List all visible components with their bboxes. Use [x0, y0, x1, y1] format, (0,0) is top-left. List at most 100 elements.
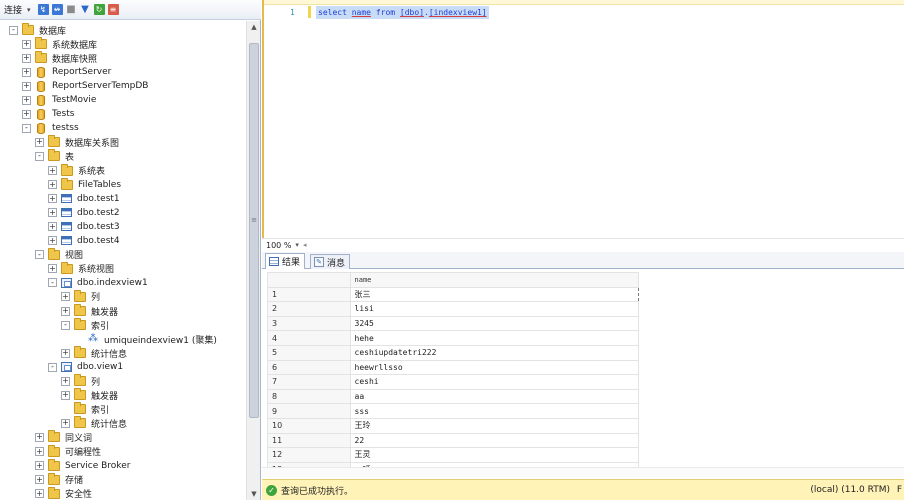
expand-icon[interactable]: +: [22, 67, 31, 77]
expand-icon[interactable]: +: [22, 53, 31, 63]
row-number[interactable]: 1: [267, 286, 351, 303]
scroll-down-icon[interactable]: ▼: [247, 488, 261, 500]
table-row[interactable]: 5 ceshiupdatetri222: [267, 344, 640, 361]
expand-icon[interactable]: +: [35, 137, 44, 147]
refresh-icon[interactable]: ↻: [93, 4, 105, 15]
tree-node[interactable]: + 安全性: [35, 486, 92, 500]
grid-cell-name[interactable]: aa: [349, 388, 640, 405]
tree-node[interactable]: + 统计信息: [61, 416, 127, 430]
row-number[interactable]: 6: [267, 359, 351, 376]
tree-node[interactable]: ⁂ umiqueindexview1 (聚集): [74, 332, 217, 346]
tree-node[interactable]: + Tests: [22, 107, 74, 121]
expand-icon[interactable]: +: [22, 39, 31, 49]
grid-cell-name[interactable]: ceshiupdatetri222: [349, 344, 640, 361]
collapse-icon[interactable]: -: [61, 320, 70, 330]
expand-icon[interactable]: +: [22, 81, 31, 91]
table-row[interactable]: 4 hehe: [267, 330, 640, 346]
tree-node[interactable]: + 触发器: [61, 388, 118, 402]
tree-node[interactable]: + 统计信息: [61, 346, 127, 360]
grid-cell-name[interactable]: sss: [349, 403, 640, 419]
tree-node[interactable]: + 系统表: [48, 163, 105, 178]
sql-statement[interactable]: select name from [dbo].[indexview1]: [316, 6, 489, 19]
expand-icon[interactable]: +: [48, 166, 57, 175]
expand-icon[interactable]: +: [61, 418, 70, 428]
connect-dropdown-icon[interactable]: ▾: [27, 6, 31, 14]
tree-node[interactable]: + dbo.test4: [48, 234, 120, 248]
table-row[interactable]: 1 张三: [267, 286, 640, 303]
expand-icon[interactable]: +: [48, 194, 57, 204]
row-number[interactable]: 12: [267, 447, 351, 463]
expand-icon[interactable]: +: [48, 180, 57, 190]
tree-node[interactable]: 索引: [61, 402, 109, 416]
tree-node[interactable]: - dbo.view1: [48, 360, 123, 374]
collapse-icon[interactable]: -: [35, 151, 44, 161]
scroll-left-icon[interactable]: ◂: [303, 241, 307, 249]
table-row[interactable]: 3 3245: [267, 315, 640, 332]
row-number[interactable]: 2: [267, 301, 351, 317]
connect-icon[interactable]: ↯: [37, 4, 49, 15]
tree-node[interactable]: - 数据库: [9, 23, 66, 37]
table-row[interactable]: 6 heewrllsso: [267, 359, 640, 376]
tree-node[interactable]: - dbo.indexview1: [48, 276, 148, 290]
tree-node[interactable]: + ReportServerTempDB: [22, 79, 148, 93]
results-horizontal-scrollbar[interactable]: [262, 467, 904, 477]
row-number[interactable]: 4: [267, 330, 351, 346]
filter-icon[interactable]: ▼: [80, 4, 91, 15]
row-number[interactable]: 7: [267, 374, 351, 390]
tab-results[interactable]: 结果: [265, 253, 306, 269]
table-row[interactable]: 7 ceshi: [267, 374, 640, 390]
expand-icon[interactable]: +: [22, 95, 31, 105]
tree-node[interactable]: + 数据库关系图: [35, 135, 119, 149]
table-row[interactable]: 8 aa: [267, 388, 640, 405]
expand-icon[interactable]: +: [48, 222, 57, 232]
expand-icon[interactable]: +: [35, 489, 44, 499]
table-row[interactable]: 9 sss: [267, 403, 640, 419]
grid-cell-name[interactable]: 3245: [349, 315, 640, 332]
expand-icon[interactable]: +: [61, 348, 70, 358]
row-number[interactable]: 11: [267, 432, 351, 449]
collapse-icon[interactable]: -: [35, 250, 44, 260]
expand-icon[interactable]: +: [61, 390, 70, 400]
row-number[interactable]: 10: [267, 417, 351, 434]
tree-node[interactable]: + dbo.test2: [48, 206, 120, 220]
zoom-level[interactable]: 100 %: [266, 241, 291, 250]
grid-cell-name[interactable]: 王灵: [349, 447, 640, 463]
grid-cell-name[interactable]: 王玲: [349, 417, 640, 434]
tree-node[interactable]: + 列: [61, 374, 100, 388]
expand-icon[interactable]: +: [48, 264, 57, 274]
tree-node[interactable]: + dbo.test3: [48, 220, 120, 234]
collapse-icon[interactable]: -: [9, 25, 18, 35]
summary-icon[interactable]: ≡: [107, 4, 119, 15]
expand-icon[interactable]: +: [35, 475, 44, 485]
tree-node[interactable]: + 可编程性: [35, 444, 101, 459]
tree-node[interactable]: - testss: [22, 121, 79, 135]
table-row[interactable]: 11 22: [267, 432, 640, 449]
tab-messages[interactable]: ✎ 消息: [310, 254, 351, 269]
row-number[interactable]: 9: [267, 403, 351, 419]
column-header-name[interactable]: name: [349, 272, 640, 288]
expand-icon[interactable]: +: [61, 292, 70, 302]
disconnect-icon[interactable]: ↮: [51, 4, 63, 15]
table-row[interactable]: 2 lisi: [267, 301, 640, 317]
grid-corner[interactable]: [267, 272, 351, 288]
scroll-thumb[interactable]: [249, 43, 259, 418]
tree-node[interactable]: + FileTables: [48, 177, 121, 192]
grid-cell-name[interactable]: hehe: [349, 330, 640, 346]
tree-node[interactable]: + Service Broker: [35, 458, 130, 473]
expand-icon[interactable]: +: [61, 306, 70, 316]
expand-icon[interactable]: +: [48, 208, 57, 218]
table-row[interactable]: 10 王玲: [267, 417, 640, 434]
tree-node[interactable]: - 索引: [61, 318, 109, 332]
connect-button[interactable]: 连接: [4, 3, 22, 16]
grid-cell-name[interactable]: heewrllsso: [349, 359, 640, 376]
row-number[interactable]: 3: [267, 315, 351, 332]
results-grid[interactable]: name 1 张三 2 lisi 3 3245 4 hehe 5 ceshiupdatetri22…: [267, 272, 640, 478]
tree-node[interactable]: -表: [35, 149, 74, 163]
tree-node[interactable]: + 存储: [35, 472, 83, 487]
collapse-icon[interactable]: -: [22, 123, 31, 133]
tree-node[interactable]: + 数据库快照: [22, 51, 97, 65]
tree-node[interactable]: + 列: [61, 289, 100, 304]
collapse-icon[interactable]: -: [48, 362, 57, 372]
stop-icon[interactable]: ■: [66, 4, 77, 15]
expand-icon[interactable]: +: [35, 447, 44, 456]
